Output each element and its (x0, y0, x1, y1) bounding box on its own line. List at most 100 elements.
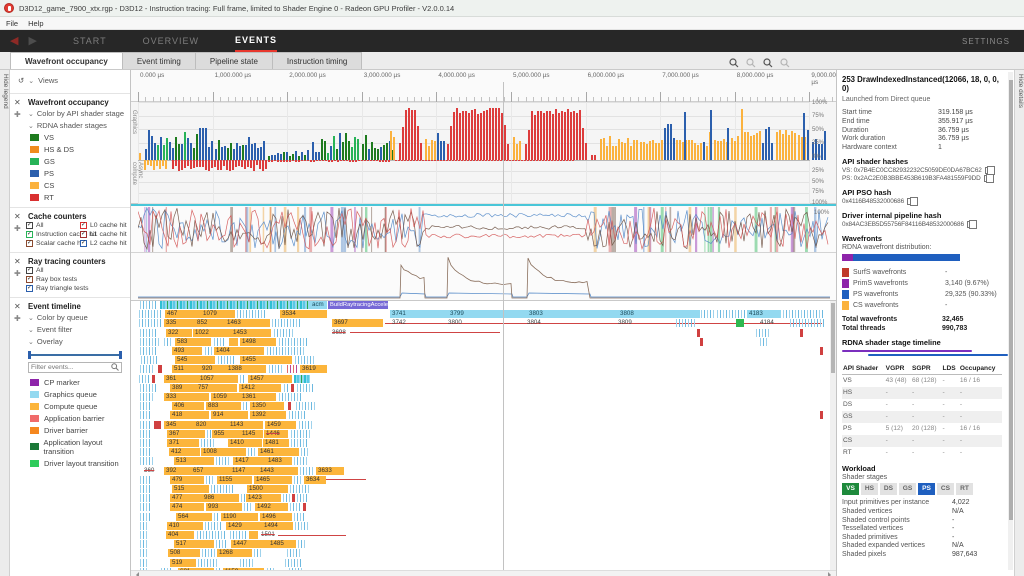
event-bar[interactable]: 335 (164, 319, 195, 327)
hide-legend-strip[interactable]: Hide legend (0, 70, 10, 576)
event-tick-cluster[interactable] (140, 329, 158, 337)
zoom-reset-icon[interactable] (746, 55, 756, 65)
event-tick-cluster[interactable] (290, 485, 309, 493)
event-mark[interactable] (700, 338, 703, 346)
event-tick-cluster[interactable] (197, 531, 225, 539)
event-tick-cluster[interactable] (291, 439, 308, 447)
tab-event-timing[interactable]: Event timing (122, 52, 196, 69)
event-mark[interactable] (152, 375, 155, 383)
event-mark[interactable]: 3742 (392, 319, 418, 327)
checkbox-box[interactable]: ✓ (80, 231, 87, 238)
zoom-in-icon[interactable] (763, 55, 773, 65)
event-tick-cluster[interactable] (140, 384, 158, 392)
move-icon[interactable]: ✚ (14, 110, 21, 119)
event-mark[interactable] (158, 365, 162, 373)
event-bar[interactable]: 1455 (240, 356, 292, 364)
event-bar[interactable]: 493 (172, 347, 202, 355)
event-bar[interactable]: 1494 (262, 522, 293, 530)
event-tick-cluster[interactable] (140, 457, 153, 465)
event-tick-cluster[interactable] (139, 310, 163, 318)
event-bar[interactable]: 1459 (265, 421, 296, 429)
event-bar[interactable]: 1483 (266, 457, 292, 465)
event-bar[interactable]: 1492 (255, 503, 288, 511)
cp-marker-bar[interactable]: BuildRaytracingAccele (328, 301, 388, 309)
event-bar[interactable]: 1496 (260, 513, 292, 521)
event-mark[interactable] (736, 319, 744, 327)
event-bar[interactable]: 1008 (201, 448, 246, 456)
event-bar[interactable]: 392 (164, 467, 191, 475)
event-bar[interactable]: 1392 (250, 411, 286, 419)
event-bar[interactable]: 515 (172, 485, 209, 493)
event-tick-cluster[interactable] (214, 338, 226, 346)
event-tick-cluster[interactable] (296, 402, 315, 410)
event-mark[interactable] (291, 384, 294, 392)
event-tick-cluster[interactable] (299, 421, 314, 429)
event-bar[interactable]: 511 (172, 365, 200, 373)
close-icon[interactable]: ✕ (14, 257, 24, 266)
event-bar[interactable]: 1268 (217, 549, 252, 557)
event-tick-cluster[interactable] (267, 347, 305, 355)
tab-wavefront-occupancy[interactable]: Wavefront occupancy (10, 52, 123, 69)
event-tick-cluster[interactable] (783, 310, 823, 318)
event-tick-cluster[interactable] (284, 384, 289, 392)
event-tick-cluster[interactable] (140, 503, 150, 511)
dropdown-overlay[interactable]: ⌄Overlay (10, 335, 130, 347)
event-tick-cluster[interactable] (717, 310, 745, 318)
event-bar[interactable]: 3534 (280, 310, 327, 318)
zoom-to-selection-icon[interactable] (729, 55, 739, 65)
event-bar[interactable]: 1388 (226, 365, 266, 373)
event-bar[interactable]: 920 (200, 365, 226, 373)
event-bar[interactable]: 1190 (221, 513, 258, 521)
nav-item-events[interactable]: EVENTS (235, 30, 277, 52)
details-panel-scrollbar[interactable] (1008, 72, 1013, 570)
event-bar[interactable]: 3634 (304, 476, 326, 484)
event-mark[interactable] (292, 494, 295, 502)
event-bar[interactable]: 1022 (193, 329, 231, 337)
checkbox-box[interactable]: ✓ (26, 267, 33, 274)
checkbox-l2-cache-hit[interactable]: ✓L2 cache hit (80, 239, 130, 248)
event-tick-cluster[interactable] (141, 356, 157, 364)
event-bar[interactable]: 406 (172, 402, 204, 410)
event-tick-cluster[interactable] (139, 375, 149, 383)
event-tick-cluster[interactable] (216, 540, 228, 548)
filter-events-field[interactable] (31, 364, 101, 371)
event-tick-cluster[interactable] (297, 384, 315, 392)
event-tick-cluster[interactable] (201, 439, 216, 447)
dropdown-rdna-shader-stages[interactable]: ⌄RDNA shader stages (10, 119, 130, 131)
event-bar[interactable]: 479 (170, 476, 204, 484)
event-bar[interactable]: 474 (170, 503, 204, 511)
views-dropdown[interactable]: ↺ ⌄ Views (10, 70, 130, 93)
event-bar[interactable]: 1079 (201, 310, 235, 318)
checkbox-box[interactable]: ✓ (80, 222, 87, 229)
event-tick-cluster[interactable] (300, 467, 314, 475)
event-tick-cluster[interactable] (301, 448, 308, 456)
event-bar[interactable]: 1453 (231, 329, 271, 337)
event-bar[interactable]: 1410 (228, 439, 262, 447)
event-mark[interactable]: 4184 (760, 319, 786, 327)
event-tick-cluster[interactable] (140, 522, 148, 530)
event-bar[interactable]: 4183 (747, 310, 781, 318)
event-bar[interactable]: 1143 (228, 421, 263, 429)
move-icon[interactable]: ✚ (14, 224, 21, 233)
dropdown-color-by-api-shader-stage[interactable]: ⌄Color by API shader stage (10, 107, 130, 119)
checkbox-l0-cache-hit[interactable]: ✓L0 cache hit (80, 221, 130, 230)
checkbox-box[interactable]: ✓ (80, 240, 87, 247)
event-tick-cluster[interactable] (294, 457, 309, 465)
event-bar[interactable]: 3619 (300, 365, 327, 373)
event-tick-cluster[interactable] (198, 559, 218, 567)
event-bar[interactable]: 3803 (527, 310, 618, 318)
wavefront-occupancy-chart[interactable]: 100%75%50%25%0%25%50%75%100%GraphicsAsyn… (131, 102, 836, 204)
event-tick-cluster[interactable] (254, 549, 262, 557)
hide-details-strip[interactable]: Hide details (1014, 70, 1024, 576)
event-tick-cluster[interactable] (248, 448, 257, 456)
event-tick-cluster[interactable] (244, 503, 253, 511)
event-bar[interactable]: 3799 (448, 310, 527, 318)
dropdown-color-by-queue[interactable]: ⌄Color by queue (10, 311, 130, 323)
copy-icon[interactable] (967, 221, 973, 228)
event-bar[interactable]: 1059 (211, 393, 240, 401)
event-mark[interactable] (154, 421, 161, 429)
event-timeline[interactable]: acmBuildRaytracingAccele4671079353437413… (131, 301, 836, 570)
event-tick-cluster[interactable] (140, 393, 155, 401)
event-tick-cluster[interactable] (140, 421, 150, 429)
event-bar[interactable]: 517 (174, 540, 214, 548)
